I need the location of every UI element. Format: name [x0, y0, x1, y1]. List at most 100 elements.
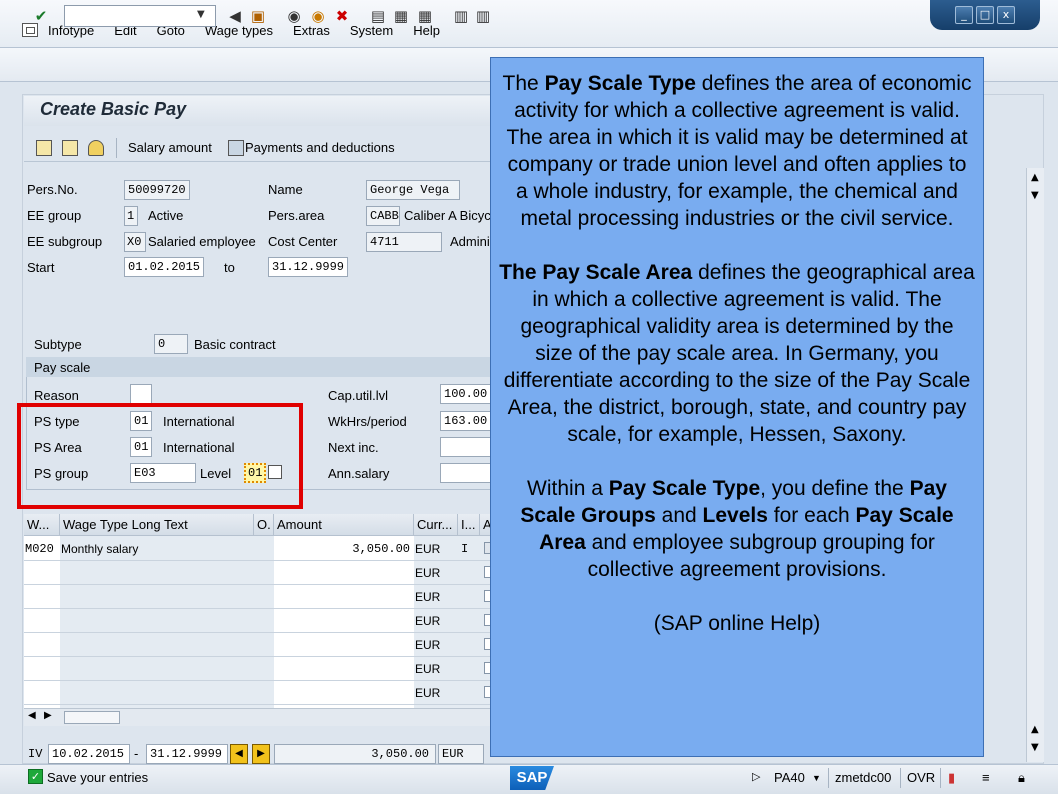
back-arrow-icon[interactable]: ◀ — [226, 7, 244, 25]
cell-text[interactable]: Monthly salary — [60, 537, 254, 561]
maximize-button[interactable]: □ — [976, 6, 994, 24]
wkhrs-field[interactable]: 163.00 — [440, 411, 492, 431]
column-header-i[interactable]: I... — [458, 514, 480, 536]
lock-icon[interactable]: 🔒︎ — [1018, 770, 1025, 786]
first-page-icon[interactable]: ▥ — [452, 7, 470, 25]
column-header-amount[interactable]: Amount — [274, 514, 414, 536]
cell-i[interactable] — [460, 585, 480, 609]
column-header-curr[interactable]: Curr... — [414, 514, 458, 536]
previous-period-icon[interactable]: ◀ — [230, 744, 248, 764]
cancel-icon[interactable]: ✖ — [333, 7, 351, 25]
chevron-down-icon[interactable]: ▼ — [812, 773, 821, 783]
close-button[interactable]: x — [997, 6, 1015, 24]
table-row[interactable]: M020 Monthly salary 3,050.00 EUR I — [24, 537, 496, 561]
cap-util-field[interactable]: 100.00 — [440, 384, 492, 404]
table-row[interactable]: EUR — [24, 585, 496, 609]
next-inc-field[interactable] — [440, 437, 492, 457]
footer-from-date[interactable]: 10.02.2015 — [48, 744, 130, 764]
cell-amount[interactable] — [274, 561, 410, 585]
cell-text[interactable] — [60, 681, 254, 705]
cell-wt[interactable] — [24, 681, 60, 705]
cell-amount[interactable] — [274, 585, 410, 609]
status-message[interactable]: Save your entries — [47, 770, 148, 785]
column-header-wt[interactable]: W... — [24, 514, 60, 536]
back-icon[interactable]: ◉ — [285, 7, 303, 25]
table-row[interactable]: EUR — [24, 561, 496, 585]
cell-amount[interactable] — [274, 657, 410, 681]
cell-wt[interactable] — [24, 633, 60, 657]
exit-icon[interactable]: ◉ — [309, 7, 327, 25]
table-row[interactable]: EUR — [24, 681, 496, 705]
cell-curr[interactable]: EUR — [414, 585, 458, 609]
reason-field[interactable] — [130, 384, 152, 404]
scroll-up-icon[interactable]: ▲ — [1031, 172, 1039, 183]
play-icon[interactable]: ▷ — [752, 770, 760, 783]
cell-text[interactable] — [60, 561, 254, 585]
start-date-field[interactable]: 01.02.2015 — [124, 257, 204, 277]
save-icon[interactable]: ▣ — [249, 7, 267, 25]
table-row[interactable]: EUR — [24, 609, 496, 633]
next-period-icon[interactable]: ▶ — [252, 744, 270, 764]
cell-wt[interactable] — [24, 657, 60, 681]
info-text: defines the area of economic activity fo… — [506, 72, 972, 230]
cell-wt[interactable] — [24, 561, 60, 585]
cell-amount[interactable] — [274, 681, 410, 705]
cell-i[interactable] — [460, 633, 480, 657]
table-row[interactable]: EUR — [24, 657, 496, 681]
cell-curr[interactable]: EUR — [414, 537, 458, 561]
cell-amount[interactable] — [274, 633, 410, 657]
scroll-left-icon[interactable]: ◀ — [28, 710, 36, 721]
scroll-down-small-icon[interactable]: ▼ — [1031, 190, 1039, 201]
cell-i[interactable] — [460, 561, 480, 585]
footer-to-date[interactable]: 31.12.9999 — [146, 744, 228, 764]
overview-icon[interactable] — [36, 140, 52, 156]
cell-text[interactable] — [60, 609, 254, 633]
cell-amount[interactable] — [274, 609, 410, 633]
cell-i[interactable]: I — [460, 537, 480, 561]
cell-text[interactable] — [60, 585, 254, 609]
subtype-label: Subtype — [34, 337, 82, 352]
cell-i[interactable] — [460, 657, 480, 681]
horizontal-scrollbar[interactable]: ◀ ▶ — [24, 708, 494, 726]
minimize-button[interactable]: _ — [955, 6, 973, 24]
scroll-up-bottom-icon[interactable]: ▲ — [1031, 724, 1039, 735]
previous-page-icon[interactable]: ▥ — [474, 7, 492, 25]
cell-text[interactable] — [60, 657, 254, 681]
table-row[interactable]: EUR — [24, 633, 496, 657]
menu-window-icon[interactable] — [22, 23, 38, 37]
cell-wt[interactable] — [24, 609, 60, 633]
column-header-o[interactable]: O. — [254, 514, 274, 536]
person-icon[interactable] — [88, 140, 104, 156]
cell-curr[interactable]: EUR — [414, 609, 458, 633]
command-field[interactable] — [64, 5, 216, 27]
cell-curr[interactable]: EUR — [414, 633, 458, 657]
chevron-down-icon[interactable]: ▼ — [197, 9, 205, 20]
table-icon[interactable] — [228, 140, 244, 156]
transaction-code[interactable]: PA40 — [774, 770, 805, 785]
cell-curr[interactable]: EUR — [414, 561, 458, 585]
copy-icon[interactable] — [62, 140, 78, 156]
cell-text[interactable] — [60, 633, 254, 657]
column-header-text[interactable]: Wage Type Long Text — [60, 514, 254, 536]
print-icon[interactable]: ▤ — [369, 7, 387, 25]
find-next-icon[interactable]: ▦ — [416, 7, 434, 25]
cell-curr[interactable]: EUR — [414, 681, 458, 705]
scroll-down-icon[interactable]: ▼ — [1031, 742, 1039, 753]
payments-deductions-button[interactable]: Payments and deductions — [245, 140, 395, 155]
scroll-thumb[interactable] — [64, 711, 120, 724]
layout-icon[interactable]: ≡ — [982, 770, 990, 785]
salary-amount-button[interactable]: Salary amount — [128, 140, 212, 155]
end-date-field[interactable]: 31.12.9999 — [268, 257, 348, 277]
cell-i[interactable] — [460, 609, 480, 633]
cell-curr[interactable]: EUR — [414, 657, 458, 681]
insert-mode[interactable]: OVR — [907, 770, 935, 785]
cell-wt[interactable]: M020 — [24, 537, 60, 561]
ann-salary-field[interactable] — [440, 463, 492, 483]
find-icon[interactable]: ▦ — [392, 7, 410, 25]
vertical-scrollbar[interactable]: ▲ ▼ ▲ ▼ — [1026, 168, 1044, 762]
enter-check-icon[interactable]: ✔ — [32, 7, 50, 25]
cell-i[interactable] — [460, 681, 480, 705]
scroll-right-icon[interactable]: ▶ — [44, 710, 52, 721]
cell-amount[interactable]: 3,050.00 — [274, 537, 410, 561]
cell-wt[interactable] — [24, 585, 60, 609]
